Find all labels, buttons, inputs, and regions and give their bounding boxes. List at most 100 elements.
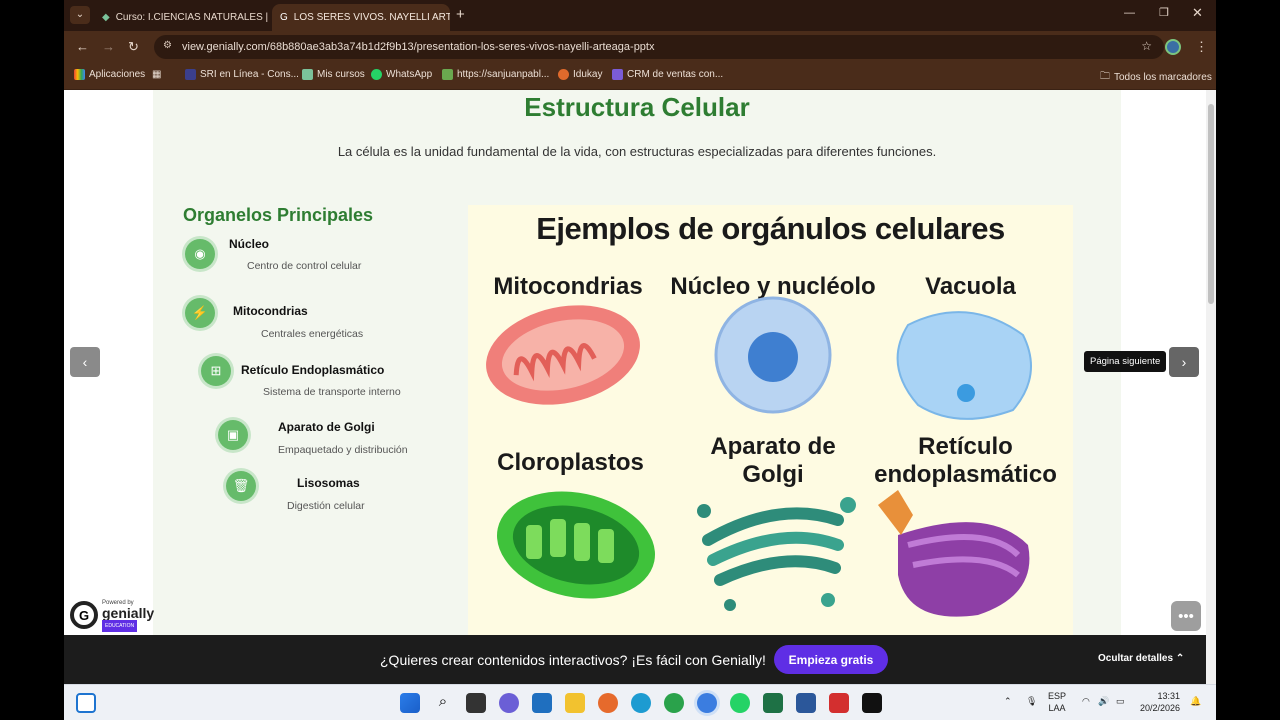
right-letterbox	[1216, 0, 1280, 720]
page-scrollbar[interactable]	[1206, 90, 1216, 684]
chat-icon[interactable]	[499, 693, 519, 713]
organelle-desc: Digestión celular	[287, 500, 365, 512]
edge-icon[interactable]	[631, 693, 651, 713]
organelle-desc: Centro de control celular	[247, 260, 362, 272]
close-window-button[interactable]: ✕	[1192, 5, 1203, 21]
apps-icon	[74, 69, 85, 80]
bookmark-label: Mis cursos	[317, 69, 365, 80]
golgi-illustration	[697, 497, 856, 611]
restore-button[interactable]: ❐	[1159, 6, 1169, 19]
slide: Estructura Celular La célula es la unida…	[153, 90, 1121, 635]
nucleus-illustration	[714, 296, 832, 414]
organelle-name: Núcleo	[229, 237, 270, 251]
folder-icon: 🗀	[1100, 71, 1110, 82]
task-view-icon[interactable]	[466, 693, 486, 713]
genially-tab-icon: G	[280, 12, 288, 23]
tab-title: LOS SERES VIVOS. NAYELLI ART	[293, 12, 450, 23]
volume-icon[interactable]: 🔊	[1098, 695, 1109, 707]
organelle-desc: Empaquetado y distribución	[278, 444, 408, 456]
lang-bottom: LAA	[1048, 703, 1066, 713]
organelle-name: Retículo Endoplasmático	[241, 363, 385, 377]
lang-top: ESP	[1048, 691, 1067, 701]
language-indicator[interactable]: ESP LAA	[1048, 690, 1066, 714]
forward-button[interactable]: →	[102, 39, 115, 54]
moodle-icon	[302, 69, 313, 80]
bookmark-crm[interactable]: CRM de ventas con...	[612, 69, 723, 80]
clock[interactable]: 13:31 20/2/2026	[1140, 690, 1180, 714]
prev-slide-button[interactable]: ‹	[70, 347, 100, 377]
new-tab-button[interactable]: +	[456, 6, 465, 23]
star-icon[interactable]: ☆	[1141, 39, 1152, 53]
acrobat-icon[interactable]	[829, 693, 849, 713]
bookmark-mis-cursos[interactable]: Mis cursos	[302, 69, 365, 80]
moodle-tab-icon: ◆	[102, 12, 110, 23]
school-icon	[442, 69, 453, 80]
organelle-name: Lisosomas	[297, 476, 360, 490]
grid-icon[interactable]: ▦	[152, 69, 161, 80]
hide-details-button[interactable]: Ocultar detalles ⌃	[1098, 653, 1184, 664]
bookmark-label: https://sanjuanpabl...	[457, 69, 550, 80]
bookmark-sanjuan[interactable]: https://sanjuanpabl...	[442, 69, 549, 80]
organelle-desc: Sistema de transporte interno	[263, 386, 401, 398]
wifi-icon[interactable]: ◠	[1082, 695, 1090, 707]
start-icon[interactable]	[400, 693, 420, 713]
bookmarks-bar: Aplicaciones ▦ SRI en Línea - Cons... Mi…	[64, 63, 1216, 90]
mitochondria-illustration	[486, 305, 640, 405]
store-icon[interactable]	[532, 693, 552, 713]
organelle-name: Mitocondrias	[233, 304, 308, 318]
chrome-icon[interactable]	[664, 693, 684, 713]
circle-dot-icon: ◉	[185, 239, 215, 269]
organelles-heading: Organelos Principales	[183, 205, 374, 225]
minimize-button[interactable]: —	[1124, 7, 1135, 19]
crm-icon	[612, 69, 623, 80]
bookmark-label: WhatsApp	[386, 69, 433, 80]
site-info-icon[interactable]: ⚙	[163, 40, 172, 51]
whatsapp-icon	[371, 69, 382, 80]
promo-banner: ¿Quieres crear contenidos interactivos? …	[64, 635, 1206, 684]
scrollbar-thumb[interactable]	[1208, 104, 1214, 304]
tray-chevron-icon[interactable]: ⌃	[1004, 695, 1012, 707]
notification-icon[interactable]: 🔔	[1190, 695, 1201, 707]
word-icon[interactable]	[796, 693, 816, 713]
brand-tag: EDUCATION	[102, 620, 138, 632]
er-illustration	[878, 490, 1030, 617]
genially-badge[interactable]: G Powered by genially EDUCATION	[70, 598, 154, 632]
profile-avatar[interactable]	[1165, 39, 1181, 55]
trash-icon: 🗑	[226, 471, 256, 501]
more-options-button[interactable]: •••	[1171, 601, 1201, 631]
vacuole-illustration	[896, 311, 1032, 420]
start-free-button[interactable]: Empieza gratis	[774, 645, 888, 674]
bookmark-sri[interactable]: SRI en Línea - Cons...	[185, 69, 299, 80]
excel-icon[interactable]	[763, 693, 783, 713]
tab-title: Curso: I.CIENCIAS NATURALES |	[115, 12, 269, 23]
tab-search-button[interactable]: ⌄	[70, 6, 90, 24]
toolbar: ← → ↻ ⚙ view.genially.com/68b880ae3ab3a7…	[64, 31, 1216, 63]
search-icon[interactable]: ⌕	[433, 693, 453, 713]
reload-button[interactable]: ↻	[128, 39, 139, 55]
page-viewport: Estructura Celular La célula es la unida…	[64, 90, 1206, 635]
whatsapp-icon[interactable]	[730, 693, 750, 713]
battery-icon[interactable]: ▭	[1116, 695, 1125, 707]
tab-curso[interactable]: ◆ Curso: I.CIENCIAS NATURALES | ✕	[94, 4, 269, 31]
back-button[interactable]: ←	[76, 39, 89, 54]
bookmark-whatsapp[interactable]: WhatsApp	[371, 69, 432, 80]
next-slide-button[interactable]: ›	[1169, 347, 1199, 377]
tab-genially[interactable]: G LOS SERES VIVOS. NAYELLI ART ✕	[272, 4, 450, 31]
address-bar[interactable]: ⚙ view.genially.com/68b880ae3ab3a74b1d2f…	[154, 35, 1164, 59]
left-letterbox	[0, 0, 64, 720]
sri-icon	[185, 69, 196, 80]
microphone-icon[interactable]: 🎙	[1026, 695, 1037, 707]
all-bookmarks[interactable]: 🗀 Todos los marcadores	[1100, 69, 1212, 86]
bolt-icon: ⚡	[185, 298, 215, 328]
firefox-icon[interactable]	[598, 693, 618, 713]
widgets-icon[interactable]	[76, 693, 96, 713]
bookmark-idukay[interactable]: Idukay	[558, 69, 602, 80]
chrome-active-icon[interactable]	[697, 693, 717, 713]
menu-icon[interactable]: ⋮	[1195, 39, 1208, 55]
bookmark-apps[interactable]: Aplicaciones	[74, 69, 145, 80]
app-icon[interactable]	[862, 693, 882, 713]
next-tooltip: Página siguiente	[1084, 351, 1167, 372]
slide-subtitle: La célula es la unidad fundamental de la…	[337, 144, 937, 159]
close-icon[interactable]: ✕	[268, 11, 269, 25]
file-explorer-icon[interactable]	[565, 693, 585, 713]
